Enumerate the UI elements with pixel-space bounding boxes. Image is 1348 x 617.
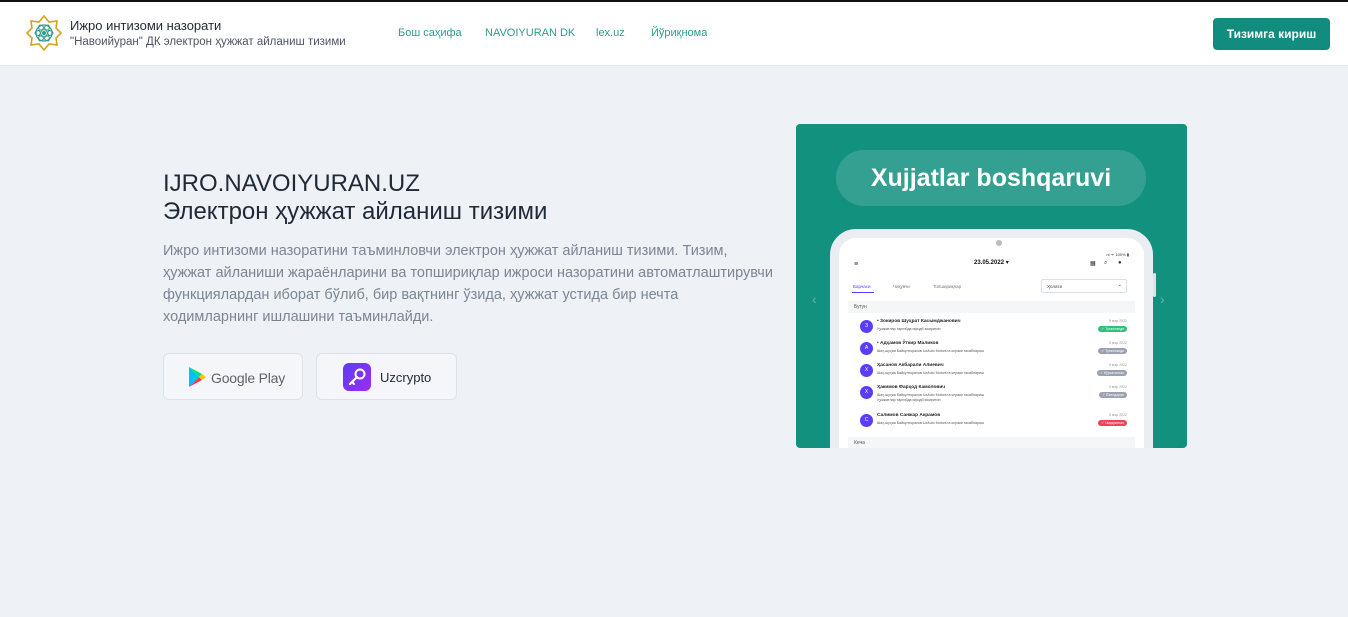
status-badge: ✓ Тугалланди — [1098, 326, 1127, 332]
list-item-desc: Ҳужжатлар таргибда ифодб юкиритин — [877, 327, 941, 331]
chevron-right-icon[interactable]: › — [1160, 291, 1165, 307]
section-today-label: Бугун — [854, 304, 867, 310]
list-item-desc: Шаҳ-шуҳиа Байкулторахов UzAuto Motors'га… — [877, 421, 984, 425]
tablet-mockup: •ıl ᯤ 100% ▮ ≡ 23.05.2022 ▾ ▦ ⌕ ● Барчас… — [830, 229, 1156, 448]
list-item-desc: Шаҳ-шуҳиа Байкулторахов UzAuto Motors'га… — [877, 349, 984, 353]
avatar: З — [860, 320, 873, 333]
avatar: С — [860, 414, 873, 427]
screen-tab-tasks: Топшириқлар — [933, 284, 962, 289]
list-item-date: 5 мар 2022 — [1109, 341, 1127, 345]
list-item-name: Салимов Санжар Акрамов — [877, 413, 941, 418]
list-item-desc-2: Ҳужжатлар таргибда ифодб юкиритин — [877, 398, 941, 402]
list-item: З • Зокиров Шуҳрат Касымджанович Ҳужжатл… — [848, 317, 1135, 339]
status-bar: •ıl ᯤ 100% ▮ — [1106, 252, 1129, 257]
list-item-name: Ҳасанов Акбарали Алиевич — [877, 363, 944, 368]
screen-dropdown-label: Ҳолати — [1047, 284, 1063, 289]
chevron-down-icon: ⌄ — [1117, 282, 1122, 288]
list-item: Х Ҳакимов Фарҳод Камолович Шаҳ-шуҳиа Бай… — [848, 383, 1135, 409]
status-badge: ✓ Чиқарилган — [1098, 420, 1127, 426]
user-icon: ● — [1118, 260, 1122, 266]
screen-tab-outgoing: Чиқувчи — [893, 284, 910, 289]
uzcrypto-key-icon — [343, 363, 371, 391]
brand-subtitle: "Навоийуран" ДК электрон ҳужжат айланиш … — [70, 36, 346, 48]
status-badge: ✓ Кўрсатилган — [1097, 370, 1127, 376]
list-item-name: • Адҳамов Ўткир Маликов — [877, 341, 939, 346]
google-play-button[interactable]: Google Play — [163, 353, 303, 400]
nav-home[interactable]: Бош саҳифа — [398, 27, 462, 39]
google-play-label: Google Play — [211, 370, 286, 386]
section-yesterday: Кеча — [848, 437, 1135, 448]
nav-guide[interactable]: Йўриқнома — [651, 27, 707, 39]
tablet-side-button — [1153, 273, 1156, 297]
section-yesterday-label: Кеча — [854, 440, 865, 446]
uzcrypto-button[interactable]: Uzcrypto — [316, 353, 457, 400]
site-header: Ижро интизоми назорати "Навоийуран" ДК э… — [0, 2, 1348, 66]
tablet-camera — [996, 240, 1002, 246]
tablet-screen: •ıl ᯤ 100% ▮ ≡ 23.05.2022 ▾ ▦ ⌕ ● Барчас… — [848, 251, 1135, 448]
grid-icon: ▦ — [1090, 261, 1096, 267]
list-item: А • Адҳамов Ўткир Маликов Шаҳ-шуҳиа Байк… — [848, 339, 1135, 361]
list-item: С Салимов Санжар Акрамов Шаҳ-шуҳиа Байку… — [848, 411, 1135, 433]
status-badge: ✓ Тугалланди — [1098, 348, 1127, 354]
brand-title: Ижро интизоми назорати — [70, 18, 222, 33]
list-item-desc: Шаҳ-шуҳиа Байкулторахов UzAuto Motors'га… — [877, 371, 984, 375]
nav-navoiyuran[interactable]: NAVOIYURAN DK — [485, 27, 575, 39]
hero-title: IJRO.NAVOIYURAN.UZ — [163, 170, 420, 197]
hero-subtitle: Электрон ҳужжат айланиш тизими — [163, 198, 548, 225]
list-item-desc: Шаҳ-шуҳиа Байкулторахов UzAuto Motors'га… — [877, 393, 984, 397]
section-today: Бугун — [848, 301, 1135, 313]
list-item-date: 5 мар 2022 — [1109, 319, 1127, 323]
chevron-left-icon[interactable]: ‹ — [812, 291, 817, 307]
logo-icon[interactable] — [26, 15, 62, 51]
promo-pill: Xujjatlar boshqaruvi — [836, 150, 1146, 206]
list-item-date: 5 мар 2022 — [1109, 363, 1127, 367]
hero-description: Ижро интизоми назоратини таъминловчи эле… — [163, 243, 773, 325]
avatar: Х — [860, 386, 873, 399]
avatar: А — [860, 342, 873, 355]
screen-tab-all: Барчаси — [853, 284, 871, 289]
list-item-date: 5 мар 2022 — [1109, 413, 1127, 417]
promo-banner: Xujjatlar boshqaruvi ‹ › •ıl ᯤ 100% ▮ ≡ … — [796, 124, 1187, 448]
screen-tab-underline — [852, 292, 874, 293]
uzcrypto-label: Uzcrypto — [380, 370, 432, 385]
nav-lex-uz[interactable]: lex.uz — [596, 27, 625, 39]
list-item-name: Ҳакимов Фарҳод Камолович — [877, 385, 946, 390]
list-item: Х Ҳасанов Акбарали Алиевич Шаҳ-шуҳиа Бай… — [848, 361, 1135, 383]
login-button[interactable]: Тизимга кириш — [1213, 18, 1330, 50]
list-item-date: 5 мар 2022 — [1109, 385, 1127, 389]
status-badge: ✓ Ёзилдирин — [1099, 392, 1127, 398]
google-play-icon — [189, 367, 206, 387]
screen-status-dropdown: Ҳолати ⌄ — [1041, 279, 1127, 293]
search-icon: ⌕ — [1104, 260, 1108, 266]
menu-icon: ≡ — [854, 261, 859, 268]
list-item-name: • Зокиров Шуҳрат Касымджанович — [877, 319, 961, 324]
avatar: Х — [860, 364, 873, 377]
screen-date: 23.05.2022 ▾ — [974, 260, 1009, 266]
